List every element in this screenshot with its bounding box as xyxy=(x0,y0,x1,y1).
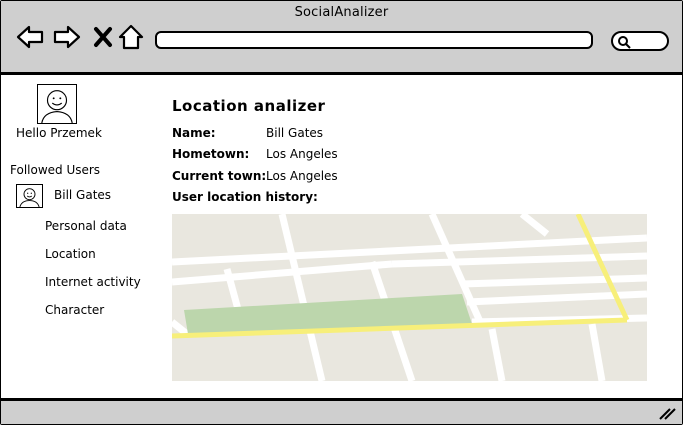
arrow-right-icon xyxy=(53,25,81,49)
greeting-text: Hello Przemek xyxy=(16,126,102,140)
hometown-value: Los Angeles xyxy=(266,147,338,161)
followed-users-heading: Followed Users xyxy=(10,163,101,177)
search-button[interactable] xyxy=(611,31,669,51)
followed-user-avatar xyxy=(16,184,43,208)
current-town-label: Current town: xyxy=(172,169,267,183)
close-icon xyxy=(94,27,112,47)
menu-item-personal-data[interactable]: Personal data xyxy=(45,219,127,233)
avatar-icon xyxy=(41,90,73,124)
window-title: SocialAnalizer xyxy=(294,5,389,20)
location-history-label: User location history: xyxy=(172,190,318,204)
arrow-left-icon xyxy=(16,25,44,49)
avatar-icon xyxy=(19,188,40,208)
menu-item-character[interactable]: Character xyxy=(45,303,104,317)
menu-item-location[interactable]: Location xyxy=(45,247,96,261)
name-value: Bill Gates xyxy=(266,126,324,140)
page-title: Location analizer xyxy=(172,97,326,115)
current-town-value: Los Angeles xyxy=(266,169,338,183)
map-image xyxy=(172,214,647,381)
home-button[interactable] xyxy=(117,23,145,51)
status-bar xyxy=(1,398,682,424)
resize-grip-icon[interactable] xyxy=(658,405,676,421)
home-icon xyxy=(118,24,144,50)
stop-button[interactable] xyxy=(89,23,117,51)
forward-button[interactable] xyxy=(53,23,81,51)
menu-item-internet-activity[interactable]: Internet activity xyxy=(45,275,141,289)
followed-user-name[interactable]: Bill Gates xyxy=(54,188,111,202)
location-map[interactable] xyxy=(172,214,647,381)
search-icon xyxy=(618,36,631,49)
back-button[interactable] xyxy=(16,23,44,51)
address-bar[interactable] xyxy=(155,31,593,49)
title-bar: SocialAnalizer xyxy=(1,1,682,75)
hometown-label: Hometown: xyxy=(172,147,250,161)
name-label: Name: xyxy=(172,126,216,140)
user-avatar xyxy=(37,84,77,124)
